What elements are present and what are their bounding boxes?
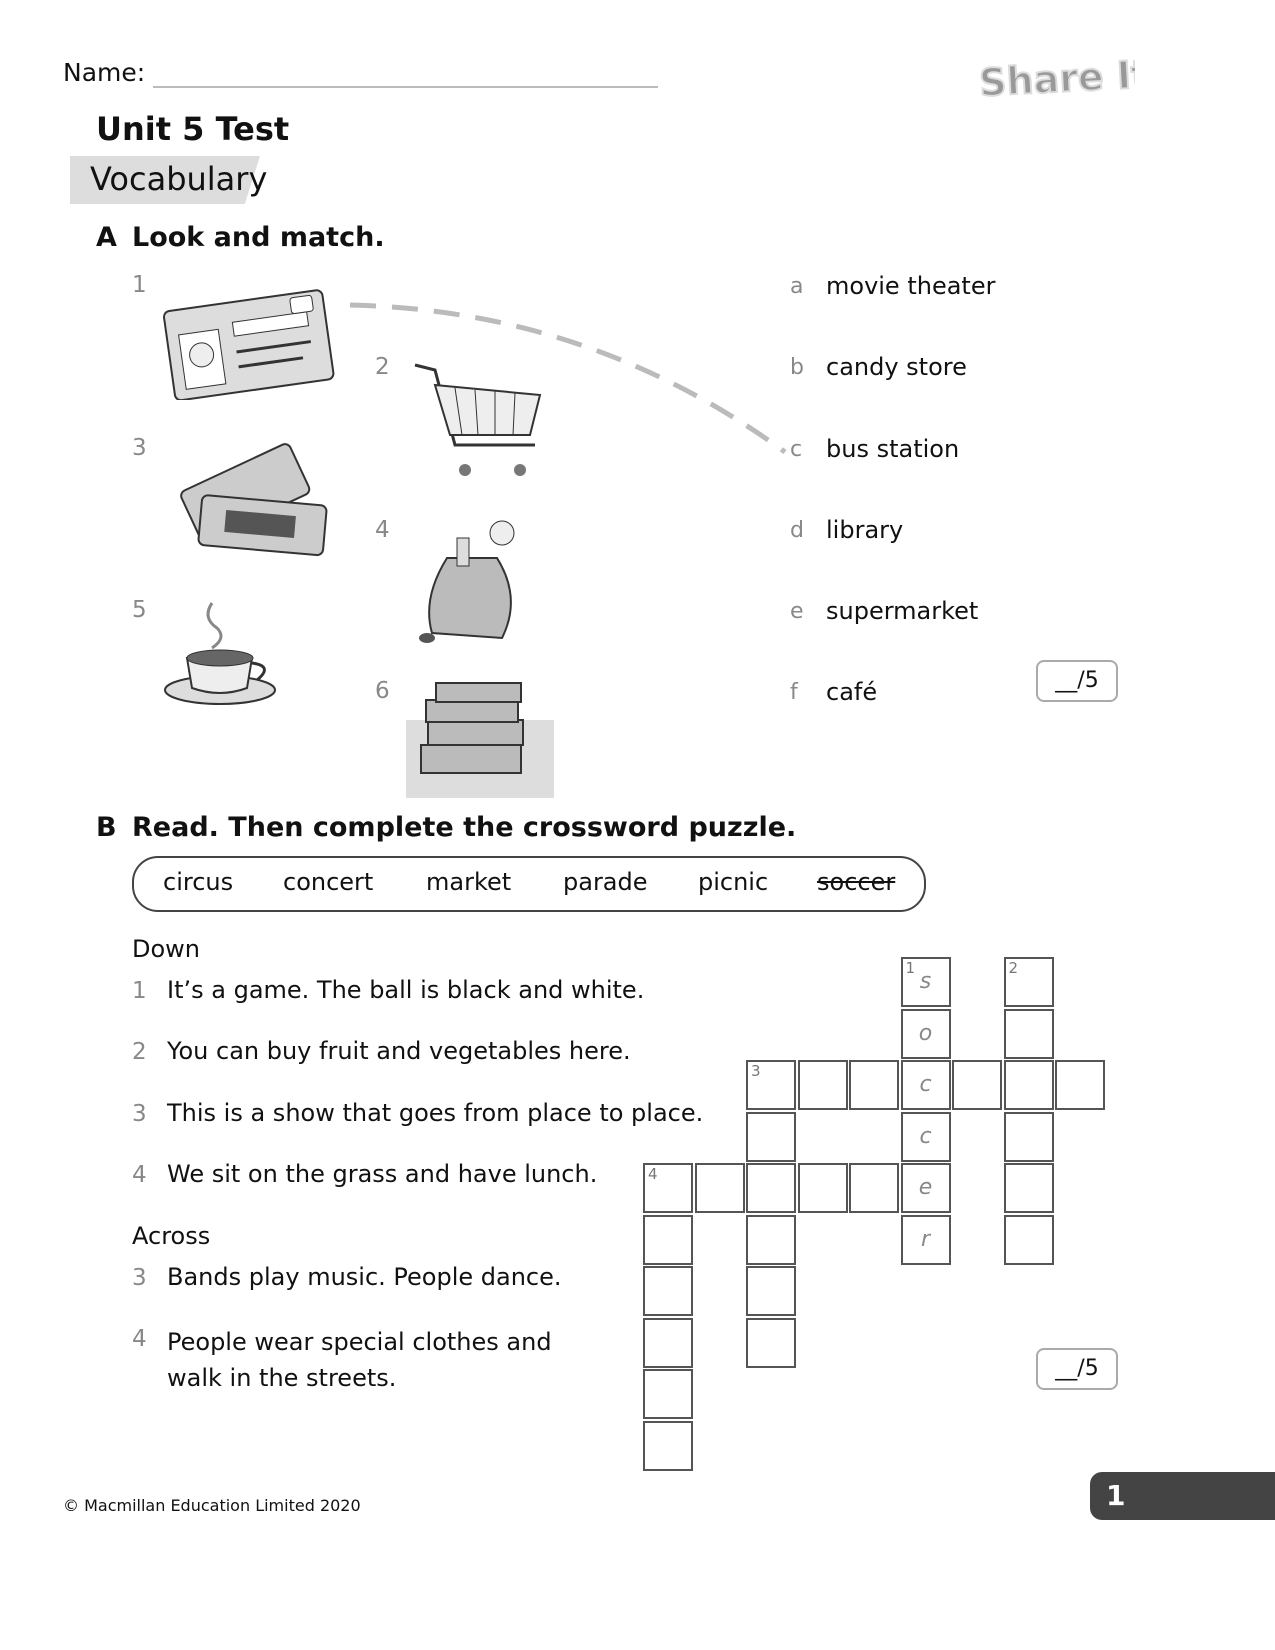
crossword-cell[interactable]: c bbox=[900, 1060, 951, 1110]
crossword-cell[interactable] bbox=[694, 1163, 745, 1213]
option-letter: b bbox=[790, 355, 804, 380]
word-bank-item: concert bbox=[283, 868, 374, 896]
crossword-cell[interactable]: 1s bbox=[900, 957, 951, 1007]
option-word: candy store bbox=[826, 353, 967, 381]
page-number: 1 bbox=[1090, 1472, 1275, 1520]
across-label: Across bbox=[132, 1222, 211, 1250]
picture-number: 5 bbox=[132, 597, 147, 623]
crossword-cell[interactable] bbox=[1003, 1060, 1054, 1110]
name-label: Name: bbox=[63, 58, 146, 87]
crossword-cell[interactable] bbox=[746, 1317, 796, 1368]
clue-text: Bands play music. People dance. bbox=[167, 1263, 562, 1291]
stack-of-books-icon bbox=[406, 682, 554, 798]
word-bank-item: picnic bbox=[698, 868, 769, 896]
option-word: library bbox=[826, 516, 904, 544]
clue-number: 3 bbox=[132, 1101, 147, 1127]
part-a-heading: Look and match. bbox=[132, 222, 385, 253]
movie-tickets-icon bbox=[180, 443, 328, 557]
score-box-b[interactable]: __/5 bbox=[1036, 1348, 1118, 1390]
filled-letter: s bbox=[919, 969, 932, 994]
crossword-cell[interactable]: r bbox=[900, 1214, 951, 1265]
crossword-cell[interactable] bbox=[746, 1111, 796, 1162]
crossword-cell[interactable]: c bbox=[900, 1111, 951, 1162]
crossword-cell[interactable]: e bbox=[900, 1163, 951, 1213]
crossword-cell[interactable] bbox=[746, 1266, 796, 1316]
crossword-cell[interactable] bbox=[746, 1214, 796, 1265]
crossword-cell[interactable] bbox=[1003, 1214, 1054, 1265]
crossword-cell[interactable] bbox=[849, 1060, 899, 1110]
clue-text: We sit on the grass and have lunch. bbox=[167, 1160, 598, 1188]
share-it-logo: Share It! bbox=[975, 50, 1168, 106]
crossword-cell[interactable] bbox=[643, 1214, 693, 1265]
clue-text: This is a show that goes from place to p… bbox=[167, 1099, 704, 1127]
option-letter: d bbox=[790, 518, 804, 543]
crossword-cell[interactable] bbox=[746, 1163, 796, 1213]
filled-letter: c bbox=[919, 1072, 932, 1097]
part-a-letter: A bbox=[96, 222, 117, 253]
clue-number: 4 bbox=[132, 1162, 147, 1188]
clue-number: 4 bbox=[132, 1326, 147, 1352]
crossword-cell[interactable]: 2 bbox=[1003, 957, 1054, 1007]
down-label: Down bbox=[132, 935, 201, 963]
crossword-cell[interactable] bbox=[1055, 1060, 1105, 1110]
option-letter: c bbox=[790, 437, 803, 462]
option-letter: f bbox=[790, 680, 798, 705]
picture-number: 3 bbox=[132, 435, 147, 461]
clue-number: 1 bbox=[132, 978, 147, 1004]
filled-letter: e bbox=[918, 1175, 933, 1200]
crossword-cell[interactable] bbox=[1003, 1008, 1054, 1059]
crossword-cell[interactable] bbox=[1003, 1163, 1054, 1213]
crossword-cell[interactable] bbox=[643, 1420, 693, 1471]
clue-text: You can buy fruit and vegetables here. bbox=[167, 1037, 631, 1065]
clue-text: People wear special clothes and walk in … bbox=[167, 1328, 552, 1392]
svg-text:Share It!: Share It! bbox=[978, 52, 1135, 102]
picture-number: 4 bbox=[375, 517, 390, 543]
crossword-cell[interactable]: o bbox=[900, 1008, 951, 1059]
option-word: movie theater bbox=[826, 272, 996, 300]
option-word: supermarket bbox=[826, 597, 979, 625]
crossword-cell[interactable] bbox=[849, 1163, 899, 1213]
part-b-heading: Read. Then complete the crossword puzzle… bbox=[132, 812, 797, 843]
crossword-cell[interactable] bbox=[643, 1266, 693, 1316]
option-letter: e bbox=[790, 599, 804, 624]
clue-text: It’s a game. The ball is black and white… bbox=[167, 976, 645, 1004]
crossword-cell[interactable] bbox=[797, 1060, 848, 1110]
filled-letter: o bbox=[918, 1020, 933, 1046]
picture-number: 1 bbox=[132, 272, 147, 298]
score-box-a[interactable]: __/5 bbox=[1036, 660, 1118, 702]
option-word: café bbox=[826, 678, 878, 706]
bus-pass-card-icon bbox=[163, 289, 335, 400]
crossword-cell[interactable]: 4 bbox=[643, 1163, 693, 1213]
section-title: Vocabulary bbox=[90, 160, 268, 198]
example-match-line bbox=[349, 302, 787, 455]
word-bank-item: market bbox=[426, 868, 512, 896]
picture-number: 6 bbox=[375, 678, 390, 704]
crossword-cell[interactable] bbox=[1003, 1111, 1054, 1162]
name-input-line[interactable] bbox=[153, 86, 658, 88]
worksheet-page: Name: Share It! Unit 5 Test Vocabulary A… bbox=[0, 0, 1275, 1650]
clue-number-label: 4 bbox=[648, 1165, 658, 1183]
crossword-cell[interactable] bbox=[643, 1317, 693, 1368]
copyright: © Macmillan Education Limited 2020 bbox=[63, 1496, 361, 1515]
word-bank-item-crossed: soccer bbox=[817, 868, 896, 896]
page-title: Unit 5 Test bbox=[96, 110, 290, 148]
clue-number-label: 3 bbox=[751, 1062, 761, 1080]
coffee-cup-icon bbox=[164, 602, 276, 705]
crossword-cell[interactable] bbox=[643, 1369, 693, 1419]
filled-letter: r bbox=[920, 1226, 931, 1252]
word-bank bbox=[132, 856, 926, 912]
crossword-cell[interactable] bbox=[797, 1163, 848, 1213]
crossword-cell[interactable] bbox=[952, 1060, 1002, 1110]
option-word: bus station bbox=[826, 435, 960, 463]
filled-letter: c bbox=[919, 1123, 932, 1149]
crossword-cell[interactable]: 3 bbox=[746, 1060, 796, 1110]
candy-bag-icon bbox=[419, 520, 515, 643]
clue-number: 2 bbox=[132, 1039, 147, 1065]
clue-number: 3 bbox=[132, 1265, 147, 1291]
clue-number-label: 2 bbox=[1008, 959, 1019, 977]
part-b-letter: B bbox=[96, 812, 117, 843]
option-letter: a bbox=[790, 274, 804, 299]
word-bank-item: parade bbox=[563, 868, 648, 896]
word-bank-item: circus bbox=[163, 868, 234, 896]
